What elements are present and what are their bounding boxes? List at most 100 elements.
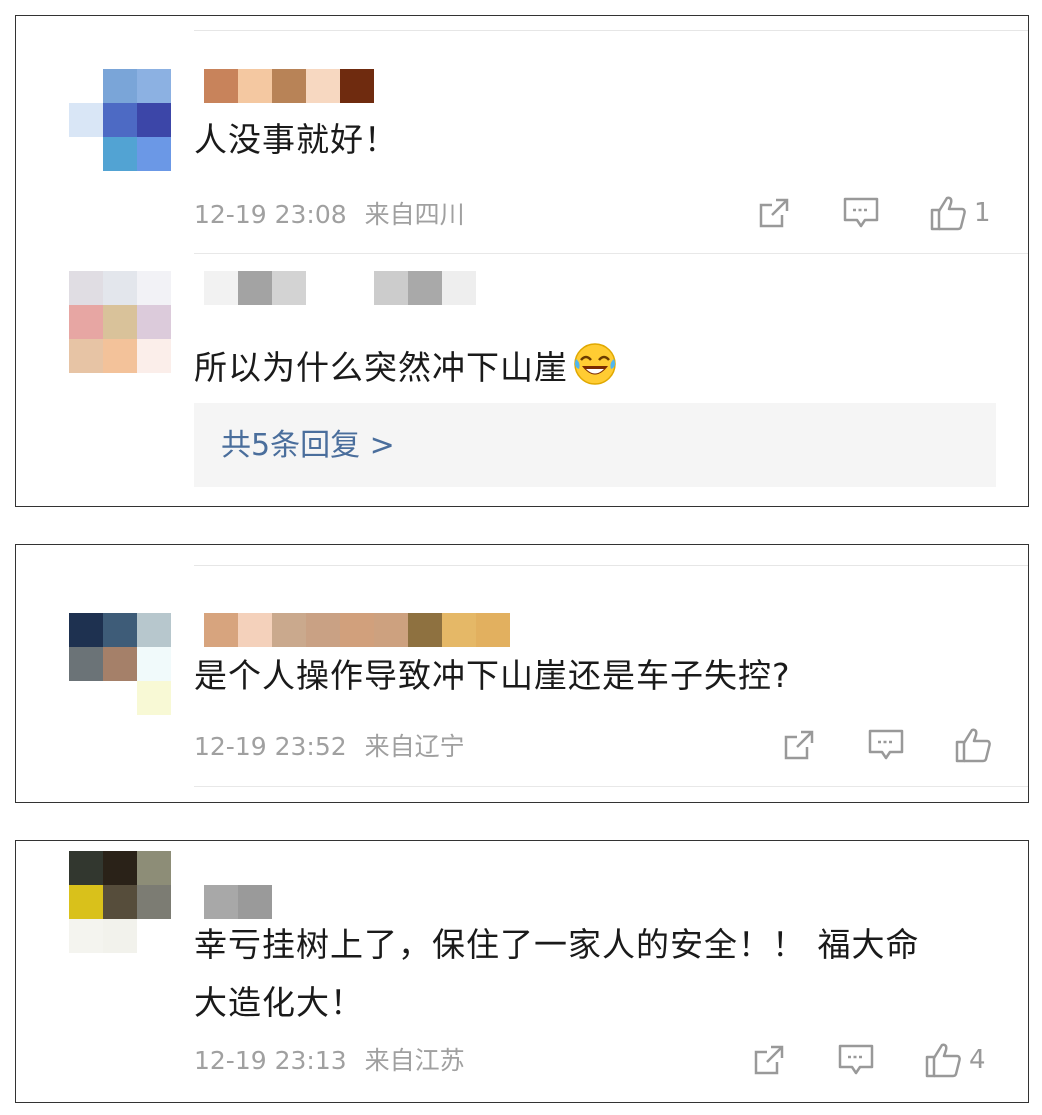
mosaic-pixel [69,339,103,373]
mosaic-pixel [69,103,103,137]
like-count: 4 [969,1045,986,1075]
mosaic-pixel [69,137,103,171]
mosaic-pixel [204,885,238,919]
mosaic-pixel [272,69,306,103]
mosaic-pixel [69,613,103,647]
mosaic-pixel [137,885,171,919]
like-button[interactable]: 4 [923,1041,986,1079]
mosaic-pixel [103,919,137,953]
mosaic-pixel [340,613,374,647]
comment-location: 来自辽宁 [364,732,465,761]
divider [194,30,1028,31]
comment-icon[interactable] [837,1042,875,1078]
share-icon[interactable] [751,1042,787,1078]
mosaic-pixel [137,69,171,103]
thumbs-up-icon [928,194,968,232]
mosaic-pixel [137,681,171,715]
mosaic-pixel [103,103,137,137]
comment-meta: 12-19 23:52 来自辽宁 [194,730,465,764]
comment-panel-3: 幸亏挂树上了，保住了一家人的安全！！ 福大命 大造化大！ 12-19 23:13… [15,840,1029,1103]
mosaic-pixel [69,681,103,715]
avatar[interactable] [69,613,171,715]
mosaic-pixel [103,305,137,339]
mosaic-pixel [137,919,171,953]
comment-location: 来自四川 [364,200,465,229]
comment-location: 来自江苏 [364,1046,465,1075]
mosaic-pixel [204,69,238,103]
like-count: 1 [974,198,991,228]
avatar[interactable] [69,851,171,953]
comment-text: 所以为什么突然冲下山崖 [194,341,618,398]
mosaic-pixel [137,647,171,681]
mosaic-pixel [137,103,171,137]
mosaic-pixel [204,271,238,305]
mosaic-pixel [476,613,510,647]
laughing-crying-emoji-icon [572,341,618,398]
username[interactable] [204,271,476,305]
comment-text-content: 所以为什么突然冲下山崖 [194,348,568,387]
mosaic-pixel [408,613,442,647]
mosaic-pixel [137,339,171,373]
reply-count-link[interactable]: 共5条回复 > [221,426,395,466]
username[interactable] [204,613,510,647]
share-icon[interactable] [781,727,817,763]
mosaic-pixel [238,69,272,103]
comment-icon[interactable] [842,195,880,231]
like-button[interactable]: 1 [928,194,991,232]
mosaic-pixel [69,647,103,681]
like-button[interactable] [953,726,999,764]
mosaic-pixel [137,271,171,305]
mosaic-pixel [103,69,137,103]
comment-text-line-2: 大造化大！ [194,983,364,1022]
comment-actions [781,726,999,764]
mosaic-pixel [238,271,272,305]
comment-panel-2: 是个人操作导致冲下山崖还是车子失控? 12-19 23:52 来自辽宁 [15,544,1029,803]
comment-icon[interactable] [867,727,905,763]
username[interactable] [204,885,272,919]
divider [194,786,1028,787]
mosaic-pixel [69,271,103,305]
avatar[interactable] [69,69,171,171]
mosaic-pixel [442,271,476,305]
comment-meta: 12-19 23:08 来自四川 [194,198,465,232]
mosaic-pixel [69,885,103,919]
mosaic-pixel [69,305,103,339]
share-icon[interactable] [756,195,792,231]
comment-text-line-1: 幸亏挂树上了，保住了一家人的安全！！ 福大命 [194,925,920,964]
mosaic-pixel [103,271,137,305]
mosaic-pixel [137,851,171,885]
mosaic-pixel [137,137,171,171]
mosaic-pixel [103,885,137,919]
mosaic-pixel [238,885,272,919]
mosaic-pixel [204,613,238,647]
avatar[interactable] [69,271,171,373]
mosaic-pixel [103,339,137,373]
mosaic-pixel [340,271,374,305]
divider [194,253,1028,254]
mosaic-pixel [137,613,171,647]
comment-text: 是个人操作导致冲下山崖还是车子失控? [194,656,791,695]
mosaic-pixel [306,613,340,647]
comment-actions: 1 [756,194,991,232]
mosaic-pixel [374,613,408,647]
mosaic-pixel [374,271,408,305]
mosaic-pixel [272,271,306,305]
mosaic-pixel [103,681,137,715]
thumbs-up-icon [923,1041,963,1079]
mosaic-pixel [272,613,306,647]
comment-date: 12-19 23:52 [194,732,347,761]
mosaic-pixel [103,137,137,171]
comment-date: 12-19 23:13 [194,1046,347,1075]
mosaic-pixel [69,919,103,953]
mosaic-pixel [306,271,340,305]
mosaic-pixel [408,271,442,305]
mosaic-pixel [103,647,137,681]
mosaic-pixel [137,305,171,339]
mosaic-pixel [69,851,103,885]
mosaic-pixel [103,851,137,885]
comment-meta: 12-19 23:13 来自江苏 [194,1044,465,1078]
mosaic-pixel [306,69,340,103]
comment-panel-1: 人没事就好！ 12-19 23:08 来自四川 1 所以为什么突然冲下山崖 共5… [15,15,1029,507]
username[interactable] [204,69,374,103]
thumbs-up-icon [953,726,993,764]
